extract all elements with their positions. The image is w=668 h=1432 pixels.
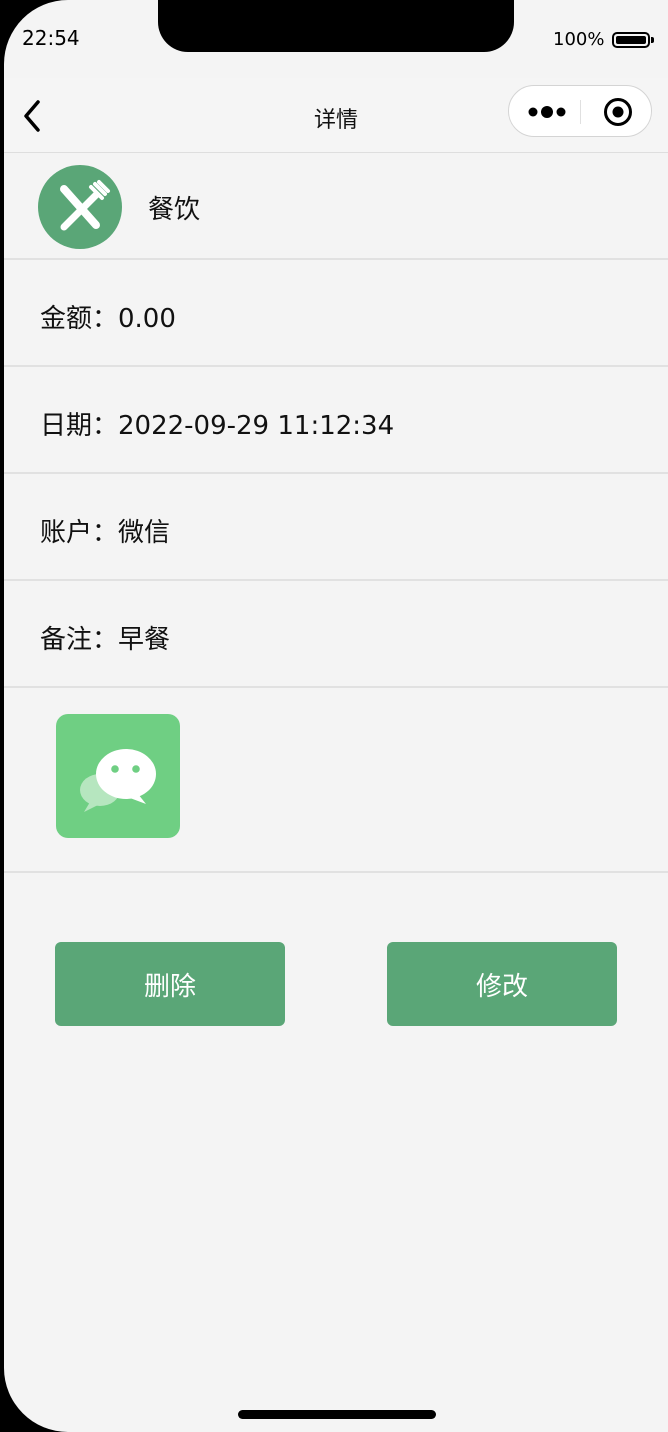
notch <box>158 0 514 52</box>
note-text: 备注：早餐 <box>40 625 171 655</box>
category-row: 餐饮 <box>4 153 668 260</box>
account-row: 账户：微信 <box>4 474 668 581</box>
home-indicator[interactable] <box>238 1410 436 1419</box>
account-text: 账户：微信 <box>40 518 171 548</box>
navigation-bar: 详情 <box>4 78 668 153</box>
phone-screen: 22:54 100% 详情 餐饮 金额：0.00 日期：2022-09-29 1… <box>4 0 668 1432</box>
edit-button[interactable]: 修改 <box>387 942 617 1026</box>
close-mini-program-button[interactable] <box>603 97 633 127</box>
utensils-icon <box>60 180 110 231</box>
date-row: 日期：2022-09-29 11:12:34 <box>4 367 668 474</box>
more-dots-icon <box>528 106 566 118</box>
mini-program-capsule <box>508 85 652 137</box>
category-label: 餐饮 <box>148 195 201 225</box>
battery-percentage: 100% <box>553 29 605 50</box>
attachment-thumbnail[interactable] <box>56 714 180 838</box>
battery-icon <box>612 32 654 48</box>
note-row: 备注：早餐 <box>4 581 668 688</box>
target-icon <box>604 98 632 126</box>
attachment-row <box>4 688 668 873</box>
capsule-divider <box>580 100 581 124</box>
more-button[interactable] <box>523 100 571 124</box>
delete-button[interactable]: 删除 <box>55 942 285 1026</box>
status-time: 22:54 <box>22 26 80 50</box>
amount-row: 金额：0.00 <box>4 260 668 367</box>
amount-text: 金额：0.00 <box>40 304 176 334</box>
date-text: 日期：2022-09-29 11:12:34 <box>40 411 395 441</box>
wechat-icon <box>80 749 156 812</box>
category-icon <box>38 165 122 249</box>
